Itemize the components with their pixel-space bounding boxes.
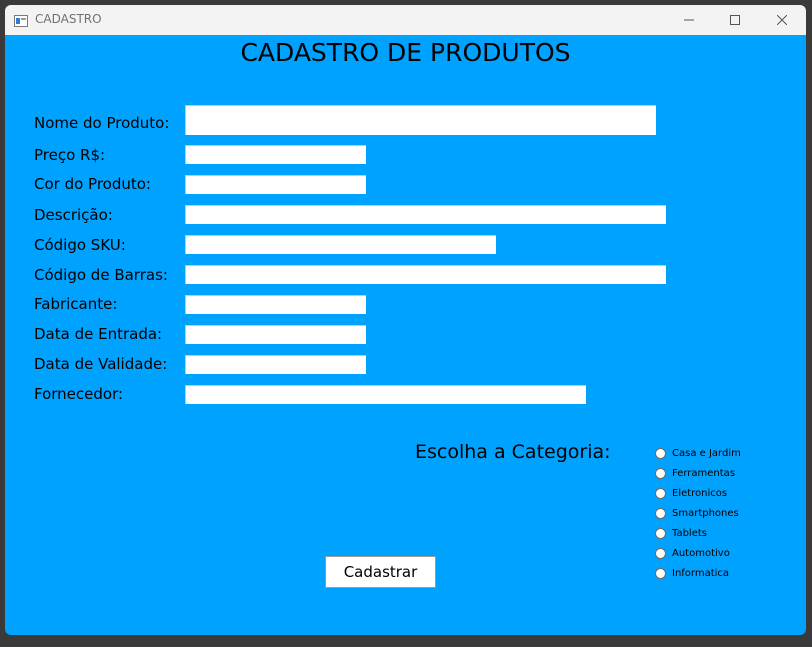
label-preco: Preço R$: bbox=[34, 146, 106, 164]
radio-circle[interactable] bbox=[655, 547, 666, 559]
data-validade-input[interactable] bbox=[185, 355, 366, 374]
radio-label: Informatica bbox=[672, 567, 730, 579]
label-fabricante: Fabricante: bbox=[34, 295, 118, 313]
category-title: Escolha a Categoria: bbox=[415, 441, 611, 463]
page-title: CADASTRO DE PRODUTOS bbox=[240, 38, 571, 67]
radio-circle[interactable] bbox=[655, 527, 666, 539]
fornecedor-input[interactable] bbox=[185, 385, 586, 404]
radio-ferramentas[interactable]: Ferramentas bbox=[655, 464, 735, 482]
cor-produto-input[interactable] bbox=[185, 175, 366, 194]
label-fornecedor: Fornecedor: bbox=[34, 385, 124, 403]
label-cor-produto: Cor do Produto: bbox=[34, 175, 151, 193]
fabricante-input[interactable] bbox=[185, 295, 366, 314]
title-bar[interactable]: CADASTRO bbox=[5, 5, 806, 35]
radio-informatica[interactable]: Informatica bbox=[655, 564, 729, 582]
radio-circle[interactable] bbox=[655, 467, 666, 479]
app-window-icon bbox=[14, 12, 28, 27]
radio-label: Ferramentas bbox=[672, 467, 736, 479]
codigo-sku-input[interactable] bbox=[185, 235, 496, 254]
nome-produto-input[interactable] bbox=[185, 105, 656, 135]
maximize-button[interactable] bbox=[712, 5, 758, 35]
radio-label: Tablets bbox=[672, 527, 707, 539]
close-button[interactable] bbox=[759, 5, 805, 35]
app-window: CADASTRO CADASTRO DE PRODUTOS Nome do Pr… bbox=[5, 5, 806, 635]
label-data-entrada: Data de Entrada: bbox=[34, 325, 163, 343]
radio-smartphones[interactable]: Smartphones bbox=[655, 504, 739, 522]
label-nome-produto: Nome do Produto: bbox=[34, 114, 170, 132]
maximize-icon bbox=[730, 15, 740, 25]
close-icon bbox=[777, 15, 787, 25]
radio-label: Eletronicos bbox=[672, 487, 728, 499]
descricao-input[interactable] bbox=[185, 205, 666, 224]
label-data-validade: Data de Validade: bbox=[34, 355, 168, 373]
window-title: CADASTRO bbox=[35, 12, 102, 26]
cadastrar-button[interactable]: Cadastrar bbox=[325, 556, 436, 588]
label-descricao: Descrição: bbox=[34, 206, 113, 224]
codigo-barras-input[interactable] bbox=[185, 265, 666, 284]
data-entrada-input[interactable] bbox=[185, 325, 366, 344]
minimize-button[interactable] bbox=[666, 5, 712, 35]
radio-label: Smartphones bbox=[672, 507, 739, 519]
radio-circle[interactable] bbox=[655, 567, 666, 579]
radio-tablets[interactable]: Tablets bbox=[655, 524, 707, 542]
minimize-icon bbox=[684, 19, 694, 21]
radio-circle[interactable] bbox=[655, 447, 666, 459]
radio-circle[interactable] bbox=[655, 487, 666, 499]
preco-input[interactable] bbox=[185, 145, 366, 164]
radio-casa-jardim[interactable]: Casa e Jardim bbox=[655, 444, 741, 462]
label-codigo-barras: Código de Barras: bbox=[34, 266, 168, 284]
radio-circle[interactable] bbox=[655, 507, 666, 519]
radio-automotivo[interactable]: Automotivo bbox=[655, 544, 730, 562]
radio-label: Casa e Jardim bbox=[672, 447, 741, 459]
radio-label: Automotivo bbox=[672, 547, 730, 559]
radio-eletronicos[interactable]: Eletronicos bbox=[655, 484, 727, 502]
label-codigo-sku: Código SKU: bbox=[34, 236, 126, 254]
